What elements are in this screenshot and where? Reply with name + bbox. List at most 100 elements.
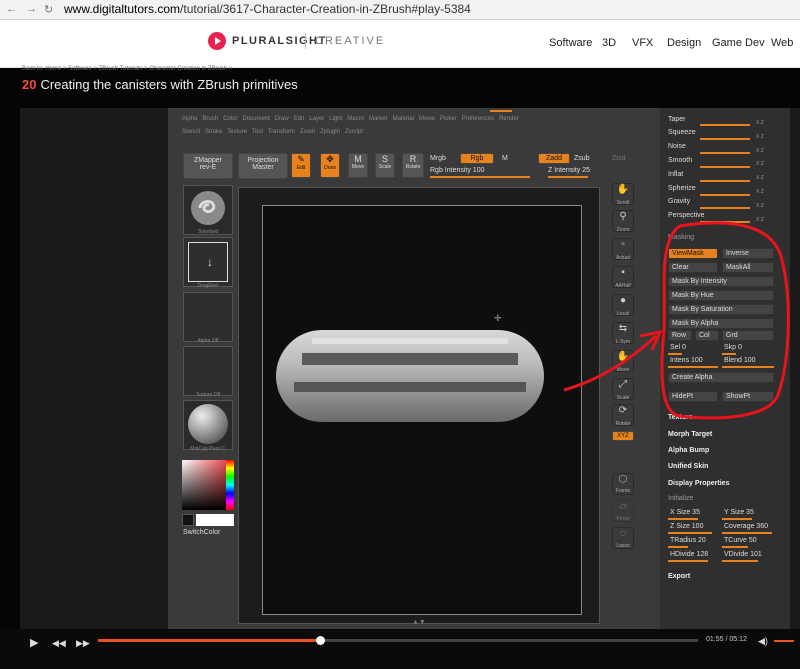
menu-macro[interactable]: Macro	[347, 116, 364, 122]
deform-gravity[interactable]: Gravity	[668, 198, 690, 205]
xyz-button[interactable]: XYZ	[612, 431, 634, 441]
menu-tool[interactable]: Tool	[252, 129, 263, 135]
zsub-button[interactable]: Zsub	[574, 155, 590, 162]
progress-knob[interactable]	[316, 636, 325, 645]
menu-preferences[interactable]: Preferences	[462, 116, 494, 122]
volume-slider[interactable]	[774, 640, 794, 642]
alpha-bump-section[interactable]: Alpha Bump	[668, 447, 709, 454]
inflat-slider[interactable]	[700, 180, 750, 182]
menu-texture[interactable]: Texture	[227, 129, 247, 135]
menu-zplugin[interactable]: Zplugin	[320, 129, 340, 135]
cylinder-model[interactable]	[272, 326, 548, 426]
scale-button[interactable]: S Scale	[375, 153, 395, 178]
deform-noise[interactable]: Noise	[668, 143, 686, 150]
menu-light[interactable]: Light	[329, 116, 342, 122]
nav-software[interactable]: Software	[549, 37, 592, 49]
nav-3d[interactable]: 3D	[602, 37, 616, 49]
smooth-slider[interactable]	[700, 166, 750, 168]
address-bar[interactable]: www.digitaltutors.com/tutorial/3617-Char…	[64, 1, 471, 18]
deform-inflat[interactable]: Inflat	[668, 171, 683, 178]
zadd-button[interactable]: Zadd	[538, 153, 570, 164]
brush-thumbnail[interactable]	[183, 185, 233, 235]
stroke-thumbnail[interactable]: ↓	[183, 237, 233, 287]
rgb-button[interactable]: Rgb	[460, 153, 494, 164]
menu-material[interactable]: Material	[393, 116, 414, 122]
fast-forward-icon[interactable]: ▶▶	[76, 638, 90, 649]
menu-transform[interactable]: Transform	[268, 129, 295, 135]
tcurve-slider[interactable]	[722, 546, 748, 548]
spherize-slider[interactable]	[700, 194, 750, 196]
tradius-slider[interactable]	[668, 546, 688, 548]
deform-spherize[interactable]: Spherize	[668, 185, 696, 192]
z-size-slider[interactable]	[668, 532, 712, 534]
deform-perspective[interactable]: Perspective	[668, 212, 705, 219]
initialize-title[interactable]: Initialize	[668, 495, 693, 502]
menu-stencil[interactable]: Stencil	[182, 129, 200, 135]
switch-color-button[interactable]: SwitchColor	[183, 529, 220, 536]
x-size-slider[interactable]	[668, 518, 698, 520]
rotate-button[interactable]: R Rotate	[402, 153, 424, 178]
vdivide-slider[interactable]	[722, 560, 758, 562]
nav-vfx[interactable]: VFX	[632, 37, 653, 49]
y-size-slider[interactable]	[722, 518, 752, 520]
unified-skin-section[interactable]: Unified Skin	[668, 463, 708, 470]
texture-thumbnail[interactable]	[183, 346, 233, 396]
menu-zscript[interactable]: Zscript	[345, 129, 363, 135]
display-properties-section[interactable]: Display Properties	[668, 480, 729, 487]
z-intensity-slider[interactable]	[548, 176, 588, 178]
secondary-color-swatch[interactable]	[182, 514, 194, 526]
deform-taper[interactable]: Taper	[668, 116, 686, 123]
rewind-icon[interactable]: ◀◀	[52, 638, 66, 649]
menu-alpha[interactable]: Alpha	[182, 116, 197, 122]
reload-icon[interactable]: ↻	[44, 3, 53, 16]
squeeze-slider[interactable]	[700, 138, 750, 140]
menu-picker[interactable]: Picker	[440, 116, 457, 122]
menu-stroke[interactable]: Stroke	[205, 129, 222, 135]
move-button[interactable]: M Move	[348, 153, 368, 178]
menu-color[interactable]: Color	[223, 116, 237, 122]
menu-document[interactable]: Document	[242, 116, 269, 122]
canvas-scroll-arrows-icon[interactable]: ▲▼	[412, 619, 426, 626]
deform-squeeze[interactable]: Squeeze	[668, 129, 696, 136]
xyz-axis-toggles[interactable]: X ZX ZX ZX ZX ZX ZX ZX Z	[756, 117, 764, 227]
zcut-button[interactable]: Zcut	[612, 155, 626, 162]
menu-render[interactable]: Render	[499, 116, 519, 122]
menu-edit[interactable]: Edit	[294, 116, 304, 122]
hdivide-slider[interactable]	[668, 560, 708, 562]
breadcrumb[interactable]: Back to: Home > Software > ZBrush Tutori…	[22, 66, 232, 72]
rgb-intensity-slider[interactable]	[430, 176, 530, 178]
mrgb-button[interactable]: Mrgb	[430, 155, 446, 162]
menu-layer[interactable]: Layer	[309, 116, 324, 122]
edit-button[interactable]: ✎ Edit	[291, 153, 311, 178]
export-section[interactable]: Export	[668, 573, 690, 580]
pluralsight-logo-icon[interactable]	[208, 32, 226, 50]
menu-draw[interactable]: Draw	[275, 116, 289, 122]
back-icon[interactable]: ←	[6, 3, 17, 15]
volume-icon[interactable]: ◀)	[758, 636, 768, 647]
projection-master-button[interactable]: Projection Master	[238, 153, 288, 179]
morph-target-section[interactable]: Morph Target	[668, 431, 712, 438]
alpha-thumbnail[interactable]	[183, 292, 233, 342]
draw-button[interactable]: ✥ Draw	[320, 153, 340, 178]
nav-game-dev[interactable]: Game Dev	[712, 37, 765, 49]
taper-slider[interactable]	[700, 124, 750, 126]
play-icon[interactable]: ▶	[30, 636, 38, 649]
menu-marker[interactable]: Marker	[369, 116, 388, 122]
zmapper-button[interactable]: ZMapper rev-E	[183, 153, 233, 179]
menu-zoom[interactable]: Zoom	[300, 129, 315, 135]
forward-icon[interactable]: →	[26, 3, 37, 15]
material-thumbnail[interactable]	[183, 400, 233, 450]
noise-slider[interactable]	[700, 152, 750, 154]
nav-design[interactable]: Design	[667, 37, 701, 49]
menu-brush[interactable]: Brush	[202, 116, 218, 122]
coverage-slider[interactable]	[722, 532, 772, 534]
main-color-swatch[interactable]	[196, 514, 234, 526]
nav-web[interactable]: Web	[771, 37, 793, 49]
gravity-slider[interactable]	[700, 207, 750, 209]
hue-strip[interactable]	[226, 460, 234, 510]
color-picker[interactable]	[182, 460, 232, 510]
menu-movie[interactable]: Movie	[419, 116, 435, 122]
m-button[interactable]: M	[502, 155, 508, 162]
brand-name[interactable]: PLURALSIGHT	[232, 35, 327, 47]
deform-smooth[interactable]: Smooth	[668, 157, 692, 164]
